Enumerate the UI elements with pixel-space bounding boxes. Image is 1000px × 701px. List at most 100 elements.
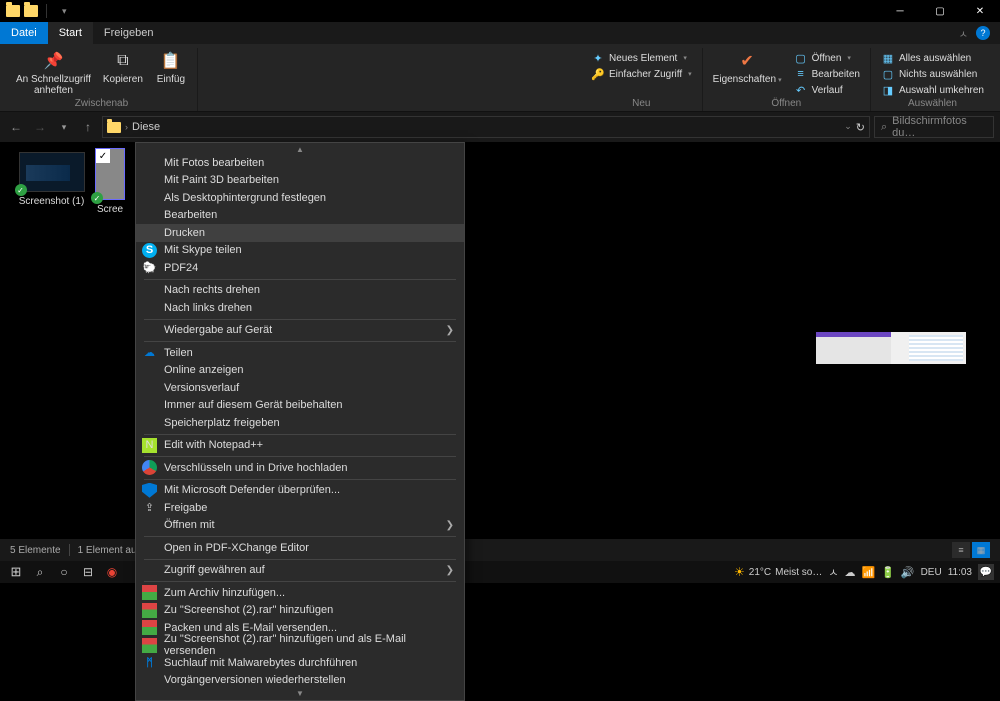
refresh-button[interactable]: ↻ <box>856 121 865 134</box>
context-menu-item[interactable]: Immer auf diesem Gerät beibehalten <box>136 397 464 415</box>
context-menu-item[interactable]: Mit Paint 3D bearbeiten <box>136 172 464 190</box>
folder-icon <box>107 122 121 133</box>
folder-icon <box>24 5 38 17</box>
selected-check-icon: ✓ <box>96 149 110 163</box>
folder-icon <box>6 5 20 17</box>
up-button[interactable]: ↑ <box>78 117 98 137</box>
help-icon[interactable]: ? <box>976 26 990 40</box>
context-menu-item[interactable]: Zum Archiv hinzufügen... <box>136 584 464 602</box>
new-element-button[interactable]: ✦Neues Element▾ <box>587 50 696 66</box>
group-clipboard-label: Zwischenab <box>12 98 191 111</box>
forward-button[interactable]: → <box>30 117 50 137</box>
context-menu-item[interactable]: 🐑PDF24 <box>136 259 464 277</box>
tab-file[interactable]: Datei <box>0 22 48 44</box>
pdf24-icon: 🐑 <box>142 260 157 275</box>
navbar: ← → ▾ ↑ › Diese ⌄ ↻ ⌕ Bildschirmfotos du… <box>0 112 1000 142</box>
context-menu-item[interactable]: Zu "Screenshot (2).rar" hinzufügen <box>136 602 464 620</box>
copy-button[interactable]: ⧉ Kopieren <box>99 48 147 87</box>
select-none-button[interactable]: ▢Nichts auswählen <box>877 66 988 82</box>
collapse-ribbon[interactable]: ㅅ <box>959 26 968 41</box>
recent-locations[interactable]: ▾ <box>54 117 74 137</box>
cortana-button[interactable]: ○ <box>52 561 76 583</box>
context-menu-item[interactable]: Mit Microsoft Defender überprüfen... <box>136 482 464 500</box>
notifications-button[interactable]: 💬 <box>978 564 994 580</box>
edit-button[interactable]: ≡Bearbeiten <box>790 66 864 82</box>
defender-icon <box>142 483 157 498</box>
easy-access-button[interactable]: 🔑Einfacher Zugriff▾ <box>587 66 696 82</box>
minimize-button[interactable]: ─ <box>880 0 920 22</box>
context-menu-item[interactable]: Verschlüsseln und in Drive hochladen <box>136 459 464 477</box>
context-menu-item[interactable]: Zu "Screenshot (2).rar" hinzufügen und a… <box>136 637 464 655</box>
context-scroll-up[interactable]: ▲ <box>136 145 464 154</box>
address-dropdown[interactable]: ⌄ <box>844 121 852 134</box>
context-menu-item[interactable]: Bearbeiten <box>136 207 464 225</box>
rar-icon <box>142 585 157 600</box>
npp-icon: N <box>142 438 157 453</box>
volume-icon[interactable]: 🔊 <box>901 566 915 579</box>
checkmark-icon: ✔ <box>736 50 758 72</box>
context-menu-item[interactable]: Nach rechts drehen <box>136 282 464 300</box>
context-menu-item[interactable]: Öffnen mit❯ <box>136 517 464 535</box>
context-menu: ▲ Mit Fotos bearbeitenMit Paint 3D bearb… <box>135 142 465 701</box>
search-button[interactable]: ⌕ <box>28 561 52 583</box>
context-menu-item[interactable]: Speicherplatz freigeben <box>136 414 464 432</box>
context-menu-item[interactable]: Nach links drehen <box>136 299 464 317</box>
context-menu-item[interactable]: Vorgängerversionen wiederherstellen <box>136 672 464 690</box>
close-button[interactable]: ✕ <box>960 0 1000 22</box>
file-label: Screenshot (1) <box>19 196 85 207</box>
start-button[interactable]: ⊞ <box>4 561 28 583</box>
select-all-button[interactable]: ▦Alles auswählen <box>877 50 988 66</box>
invert-selection-button[interactable]: ◨Auswahl umkehren <box>877 82 988 98</box>
breadcrumb[interactable]: Diese <box>132 121 160 133</box>
taskview-button[interactable]: ⊟ <box>76 561 100 583</box>
file-thumbnail[interactable]: ✓ <box>19 152 85 192</box>
context-menu-item[interactable]: NEdit with Notepad++ <box>136 437 464 455</box>
chevron-right-icon: ❯ <box>446 520 454 531</box>
file-thumbnail-selected[interactable]: ✓ ✓ <box>95 148 125 200</box>
context-menu-item[interactable]: Wiedergabe auf Gerät❯ <box>136 322 464 340</box>
paste-button[interactable]: 📋 Einfüg <box>151 48 191 87</box>
onedrive-icon[interactable]: ☁ <box>844 566 855 579</box>
rar-icon <box>142 638 157 653</box>
battery-icon[interactable]: 🔋 <box>881 566 895 579</box>
pin-quickaccess-button[interactable]: 📌 An Schnellzugriff anheften <box>12 48 95 98</box>
chevron-up-icon[interactable]: ㅅ <box>828 564 838 580</box>
context-menu-item[interactable]: Zugriff gewähren auf❯ <box>136 562 464 580</box>
back-button[interactable]: ← <box>6 117 26 137</box>
context-menu-item[interactable]: Als Desktophintergrund festlegen <box>136 189 464 207</box>
chevron-right-icon: ❯ <box>446 325 454 336</box>
rar-icon <box>142 603 157 618</box>
search-input[interactable]: ⌕ Bildschirmfotos du… <box>874 116 994 138</box>
address-bar[interactable]: › Diese ⌄ ↻ <box>102 116 870 138</box>
view-thumbnails-button[interactable]: ▦ <box>972 542 990 558</box>
context-menu-item[interactable]: ☁Teilen <box>136 344 464 362</box>
pin-label: An Schnellzugriff anheften <box>16 74 91 96</box>
context-menu-item[interactable]: Online anzeigen <box>136 362 464 380</box>
tab-share[interactable]: Freigeben <box>93 22 165 44</box>
history-button[interactable]: ↶Verlauf <box>790 82 864 98</box>
context-menu-item[interactable]: ⇪Freigabe <box>136 499 464 517</box>
context-menu-item[interactable]: ᛗSuchlauf mit Malwarebytes durchführen <box>136 654 464 672</box>
ribbon-tabs: Datei Start Freigeben ㅅ ? <box>0 22 1000 44</box>
file-area: ✓ Screenshot (1) ✓ ✓ Scree ▲ Mit Fotos b… <box>0 142 1000 539</box>
tab-start[interactable]: Start <box>48 22 93 44</box>
weather-widget[interactable]: ☀ 21°C Meist so… <box>734 565 822 579</box>
context-menu-item[interactable]: Mit Fotos bearbeiten <box>136 154 464 172</box>
wifi-icon[interactable]: 📶 <box>861 566 875 579</box>
synced-badge-icon: ✓ <box>15 184 27 196</box>
context-menu-item[interactable]: Drucken <box>136 224 464 242</box>
sun-icon: ☀ <box>734 565 745 579</box>
taskbar-app[interactable]: ◉ <box>100 561 124 583</box>
properties-button[interactable]: ✔ Eigenschaften▾ <box>709 48 786 87</box>
qat-customize[interactable]: ▾ <box>59 6 70 17</box>
language-indicator[interactable]: DEU <box>921 567 942 578</box>
view-details-button[interactable]: ≡ <box>952 542 970 558</box>
context-menu-item[interactable]: SMit Skype teilen <box>136 242 464 260</box>
status-item-count: 5 Elemente <box>10 545 61 556</box>
maximize-button[interactable]: ▢ <box>920 0 960 22</box>
clock[interactable]: 11:03 <box>948 567 972 578</box>
context-menu-item[interactable]: Open in PDF-XChange Editor <box>136 539 464 557</box>
open-button[interactable]: ▢Öffnen▾ <box>790 50 864 66</box>
context-menu-item[interactable]: Versionsverlauf <box>136 379 464 397</box>
context-scroll-down[interactable]: ▼ <box>136 689 464 698</box>
